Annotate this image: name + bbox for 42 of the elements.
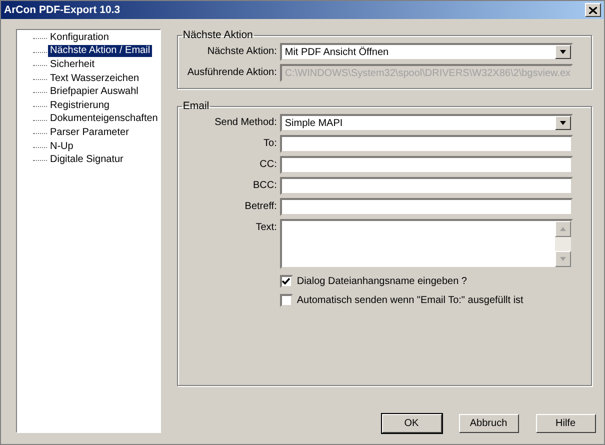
- field-label: Text:: [254, 221, 278, 233]
- close-icon: [589, 6, 597, 14]
- dropdown-field[interactable]: Simple MAPI: [280, 114, 573, 132]
- tree-item[interactable]: N-Up: [48, 140, 76, 153]
- field-label: Ausführende Aktion:: [186, 66, 278, 78]
- dropdown-arrow-icon: [558, 120, 567, 126]
- tree-item[interactable]: Briefpapier Auswahl: [48, 86, 140, 98]
- checkbox-label: Dialog Dateianhangsname eingeben ?: [296, 276, 467, 287]
- field-label: CC:: [258, 158, 278, 170]
- scroll-down-icon: [558, 256, 567, 262]
- text-area[interactable]: [280, 219, 573, 269]
- tree-item[interactable]: Nächste Aktion / Email: [48, 45, 152, 58]
- dialog-button[interactable]: Hilfe: [536, 414, 596, 433]
- close-button[interactable]: [585, 3, 601, 17]
- tree-item[interactable]: Digitale Signatur: [48, 154, 126, 166]
- group-title: Nächste Aktion: [182, 29, 254, 41]
- field-label: To:: [262, 137, 278, 149]
- check-icon: [282, 278, 290, 285]
- field-label: Send Method:: [214, 116, 278, 128]
- field-label: BCC:: [252, 179, 278, 191]
- window-title: ArCon PDF-Export 10.3: [4, 4, 120, 16]
- dropdown-arrow-icon: [558, 49, 567, 55]
- tree-item[interactable]: Parser Parameter: [48, 126, 131, 139]
- input-field[interactable]: [280, 177, 573, 195]
- checkbox[interactable]: [280, 294, 293, 307]
- field-label: Nächste Aktion:: [206, 45, 278, 57]
- group-title: Email: [182, 100, 210, 112]
- field-label: Betreff:: [244, 200, 278, 212]
- dropdown-field[interactable]: Mit PDF Ansicht Öffnen: [280, 43, 573, 61]
- scroll-up-icon: [558, 226, 567, 232]
- checkbox-label: Automatisch senden wenn "Email To:" ausgefüllt ist: [296, 295, 524, 306]
- input-field[interactable]: [280, 156, 573, 174]
- tree-item[interactable]: Dokumenteigenschaften: [48, 113, 160, 126]
- dialog-button[interactable]: Abbruch: [458, 414, 519, 433]
- dialog-button[interactable]: OK: [382, 414, 442, 433]
- tree-item[interactable]: Registrierung: [48, 100, 112, 112]
- input-field[interactable]: [280, 198, 573, 216]
- tree-item[interactable]: Konfiguration: [48, 32, 111, 44]
- tree-item[interactable]: Sicherheit: [48, 58, 96, 71]
- checkbox[interactable]: [280, 275, 293, 288]
- tree-item[interactable]: Text Wasserzeichen: [48, 72, 142, 85]
- input-field[interactable]: [280, 135, 573, 153]
